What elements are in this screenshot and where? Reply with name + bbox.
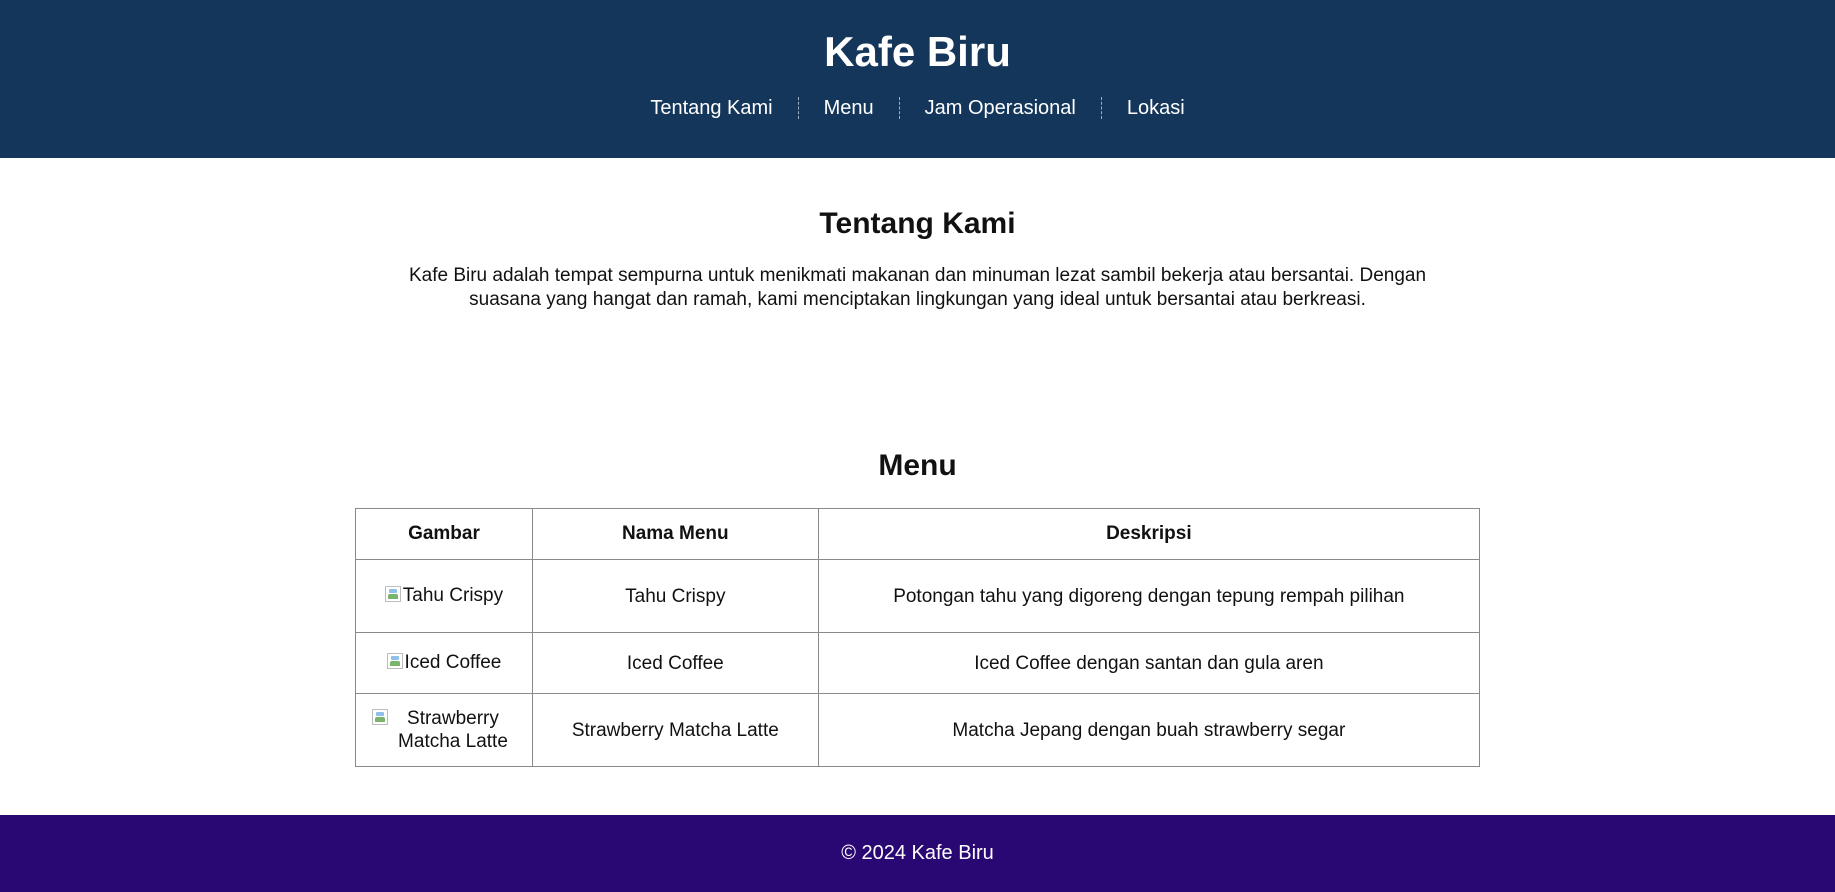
menu-name-cell: Iced Coffee xyxy=(531,632,819,694)
table-header-row: Gambar Nama Menu Deskripsi xyxy=(355,508,1481,560)
broken-image-icon xyxy=(372,709,389,725)
main-content: Tentang Kami Kafe Biru adalah tempat sem… xyxy=(355,206,1481,767)
nav-link-lokasi[interactable]: Lokasi xyxy=(1102,96,1210,120)
menu-name-cell: Strawberry Matcha Latte xyxy=(531,693,819,767)
menu-image-alt: Iced Coffee xyxy=(404,652,502,673)
menu-image-alt: Strawberry Matcha Latte xyxy=(398,708,508,752)
table-row: Iced Coffee Iced Coffee Iced Coffee deng… xyxy=(355,632,1481,694)
menu-description-cell: Matcha Jepang dengan buah strawberry seg… xyxy=(817,693,1481,767)
footer-copyright: © 2024 Kafe Biru xyxy=(841,842,994,864)
nav-link-jam-operasional[interactable]: Jam Operasional xyxy=(900,96,1101,120)
column-header-deskripsi: Deskripsi xyxy=(817,508,1481,560)
menu-image: Tahu Crispy xyxy=(384,584,504,607)
menu-heading: Menu xyxy=(878,449,957,482)
nav-link-menu[interactable]: Menu xyxy=(799,96,899,120)
about-heading: Tentang Kami xyxy=(819,207,1016,240)
menu-description-cell: Iced Coffee dengan santan dan gula aren xyxy=(817,632,1481,694)
nav-link-tentang-kami[interactable]: Tentang Kami xyxy=(625,96,797,120)
menu-image-alt: Tahu Crispy xyxy=(402,585,504,606)
menu-image-cell: Tahu Crispy xyxy=(355,559,533,633)
site-header: Kafe Biru Tentang Kami Menu Jam Operasio… xyxy=(0,0,1835,158)
table-row: Tahu Crispy Tahu Crispy Potongan tahu ya… xyxy=(355,559,1481,633)
menu-description-cell: Potongan tahu yang digoreng dengan tepun… xyxy=(817,559,1481,633)
column-header-gambar: Gambar xyxy=(355,508,533,560)
column-header-nama-menu: Nama Menu xyxy=(531,508,819,560)
menu-section: Menu Gambar Nama Menu Deskripsi Tahu Cri… xyxy=(355,448,1481,767)
site-footer: © 2024 Kafe Biru xyxy=(0,815,1835,892)
site-title: Kafe Biru xyxy=(824,28,1011,75)
about-text: Kafe Biru adalah tempat sempurna untuk m… xyxy=(408,265,1427,310)
table-row: Strawberry Matcha Latte Strawberry Match… xyxy=(355,693,1481,767)
menu-name-cell: Tahu Crispy xyxy=(531,559,819,633)
menu-image: Strawberry Matcha Latte xyxy=(372,707,515,753)
menu-image-cell: Iced Coffee xyxy=(355,632,533,694)
about-section: Tentang Kami Kafe Biru adalah tempat sem… xyxy=(355,206,1480,312)
menu-image-cell: Strawberry Matcha Latte xyxy=(355,693,533,767)
menu-image: Iced Coffee xyxy=(386,651,502,674)
main-nav: Tentang Kami Menu Jam Operasional Lokasi xyxy=(0,96,1835,120)
broken-image-icon xyxy=(386,653,403,669)
broken-image-icon xyxy=(384,586,401,602)
menu-table: Gambar Nama Menu Deskripsi Tahu Crispy T… xyxy=(355,508,1481,767)
